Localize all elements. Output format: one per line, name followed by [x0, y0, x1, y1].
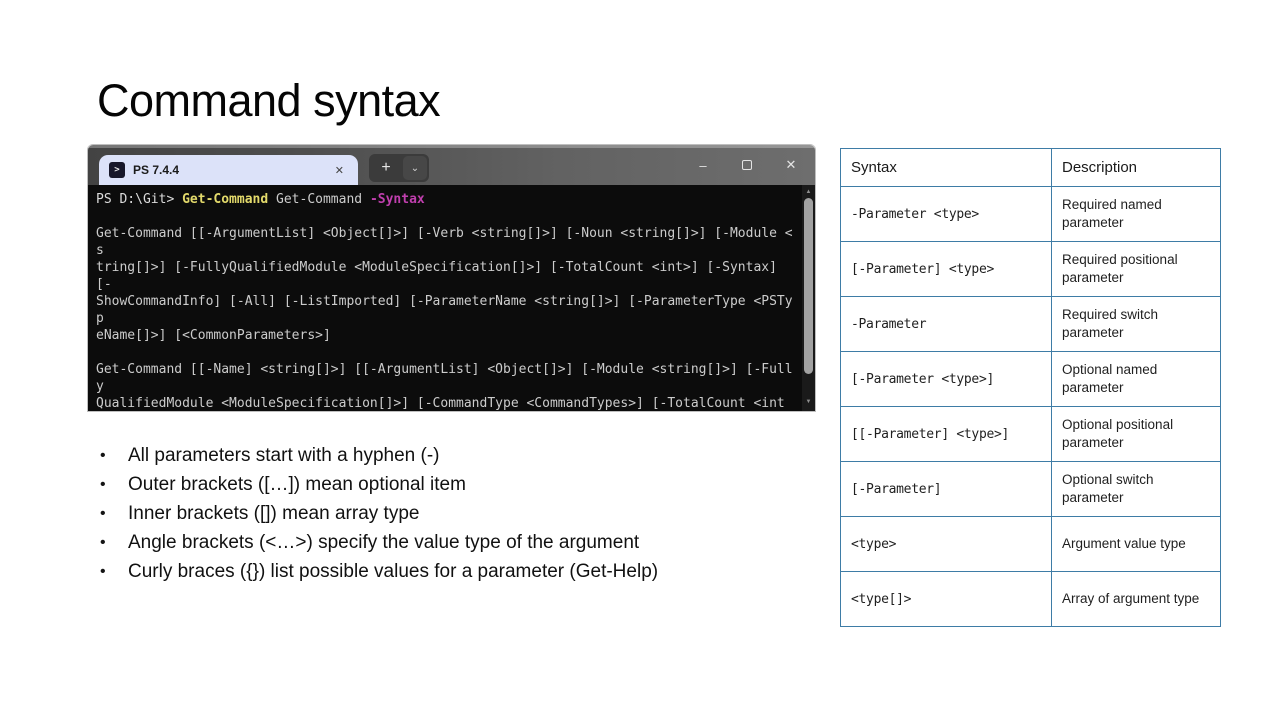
- bullet-list: • All parameters start with a hyphen (-)…: [100, 445, 800, 590]
- maximize-icon: [742, 160, 752, 170]
- list-item: • Inner brackets ([]) mean array type: [100, 503, 800, 524]
- terminal-window: > PS 7.4.4 ✕ + ⌄ – ✕ PS D:\Git> Get-Comm…: [88, 145, 815, 411]
- table-row: -Parameter Required switch parameter: [841, 297, 1221, 352]
- table-row: [-Parameter <type>] Optional named param…: [841, 352, 1221, 407]
- list-item: • All parameters start with a hyphen (-): [100, 445, 800, 466]
- scroll-up-icon[interactable]: ▲: [802, 187, 815, 197]
- description-cell: Optional positional parameter: [1052, 407, 1221, 462]
- bullet-icon: •: [100, 474, 128, 495]
- description-cell: Argument value type: [1052, 517, 1221, 572]
- terminal-blank-line: [96, 344, 795, 361]
- terminal-tab-title: PS 7.4.4: [133, 163, 323, 177]
- page-title: Command syntax: [97, 76, 440, 126]
- terminal-prompt-line: PS D:\Git> Get-Command Get-Command -Synt…: [96, 191, 795, 208]
- new-tab-button[interactable]: +: [371, 156, 401, 180]
- table-row: [[-Parameter] <type>] Optional positiona…: [841, 407, 1221, 462]
- description-cell: Optional named parameter: [1052, 352, 1221, 407]
- window-controls: – ✕: [681, 145, 813, 185]
- table-row: [-Parameter] <type> Required positional …: [841, 242, 1221, 297]
- table-row: <type[]> Array of argument type: [841, 572, 1221, 627]
- powershell-icon: >: [109, 162, 125, 178]
- bullet-text: Inner brackets ([]) mean array type: [128, 503, 419, 524]
- table-row: [-Parameter] Optional switch parameter: [841, 462, 1221, 517]
- description-cell: Array of argument type: [1052, 572, 1221, 627]
- description-cell: Required positional parameter: [1052, 242, 1221, 297]
- terminal-syntax-block-1: Get-Command [[-ArgumentList] <Object[]>]…: [96, 225, 795, 344]
- table-row: -Parameter <type> Required named paramet…: [841, 187, 1221, 242]
- bullet-icon: •: [100, 445, 128, 466]
- bullet-text: Angle brackets (<…>) specify the value t…: [128, 532, 639, 553]
- minimize-button[interactable]: –: [681, 145, 725, 185]
- description-cell: Required named parameter: [1052, 187, 1221, 242]
- syntax-cell: [-Parameter]: [841, 462, 1052, 517]
- description-cell: Optional switch parameter: [1052, 462, 1221, 517]
- table-row: <type> Argument value type: [841, 517, 1221, 572]
- prompt-command: Get-Command: [182, 192, 268, 207]
- column-header-description: Description: [1052, 149, 1221, 187]
- maximize-button[interactable]: [725, 145, 769, 185]
- bullet-icon: •: [100, 503, 128, 524]
- table-header-row: Syntax Description: [841, 149, 1221, 187]
- prompt-argument: Get-Command: [268, 192, 370, 207]
- bullet-text: Outer brackets ([…]) mean optional item: [128, 474, 466, 495]
- column-header-syntax: Syntax: [841, 149, 1052, 187]
- list-item: • Angle brackets (<…>) specify the value…: [100, 532, 800, 553]
- syntax-reference-table: Syntax Description -Parameter <type> Req…: [840, 148, 1221, 627]
- syntax-cell: <type>: [841, 517, 1052, 572]
- prompt-path: PS D:\Git>: [96, 192, 182, 207]
- scrollbar-thumb[interactable]: [804, 198, 813, 374]
- close-button[interactable]: ✕: [769, 145, 813, 185]
- new-tab-button-group: + ⌄: [369, 154, 429, 182]
- slide-canvas: Command syntax > PS 7.4.4 ✕ + ⌄ – ✕ PS D…: [0, 0, 1280, 720]
- syntax-cell: -Parameter <type>: [841, 187, 1052, 242]
- bullet-icon: •: [100, 561, 128, 582]
- syntax-cell: [-Parameter] <type>: [841, 242, 1052, 297]
- terminal-scrollbar[interactable]: ▲ ▼: [802, 185, 815, 411]
- tab-close-icon[interactable]: ✕: [331, 162, 348, 179]
- terminal-tab-ps744[interactable]: > PS 7.4.4 ✕: [99, 155, 358, 185]
- terminal-syntax-block-2: Get-Command [[-Name] <string[]>] [[-Argu…: [96, 361, 795, 411]
- terminal-blank-line: [96, 208, 795, 225]
- close-icon: ✕: [786, 157, 797, 173]
- syntax-cell: [[-Parameter] <type>]: [841, 407, 1052, 462]
- chevron-down-icon[interactable]: ⌄: [403, 156, 427, 180]
- terminal-output-area: PS D:\Git> Get-Command Get-Command -Synt…: [88, 185, 815, 411]
- description-cell: Required switch parameter: [1052, 297, 1221, 352]
- terminal-titlebar: > PS 7.4.4 ✕ + ⌄ – ✕: [88, 145, 815, 185]
- prompt-parameter: -Syntax: [370, 192, 425, 207]
- list-item: • Curly braces ({}) list possible values…: [100, 561, 800, 582]
- scroll-down-icon[interactable]: ▼: [802, 397, 815, 407]
- minimize-icon: –: [699, 158, 706, 173]
- bullet-icon: •: [100, 532, 128, 553]
- bullet-text: All parameters start with a hyphen (-): [128, 445, 440, 466]
- bullet-text: Curly braces ({}) list possible values f…: [128, 561, 658, 582]
- list-item: • Outer brackets ([…]) mean optional ite…: [100, 474, 800, 495]
- syntax-cell: <type[]>: [841, 572, 1052, 627]
- syntax-cell: [-Parameter <type>]: [841, 352, 1052, 407]
- syntax-cell: -Parameter: [841, 297, 1052, 352]
